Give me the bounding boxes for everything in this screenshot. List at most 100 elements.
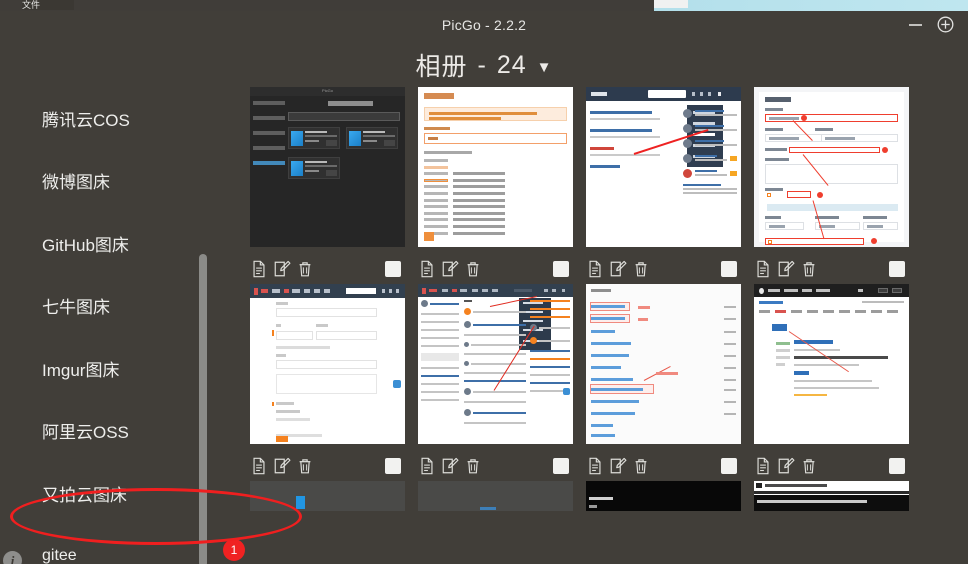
uploader-sidebar: 腾讯云COS 微博图床 GitHub图床七牛图床 Imgur图床 阿里云OSS 又拍云图床… — [0, 87, 205, 564]
gallery-row: PicGo — [250, 87, 968, 284]
image-gallery: PicGo — [250, 87, 968, 564]
chevron-down-icon[interactable]: ▼ — [537, 59, 553, 76]
edit-icon[interactable] — [273, 260, 291, 278]
delete-icon[interactable] — [800, 260, 818, 278]
image-thumbnail[interactable] — [754, 481, 909, 511]
sidebar-item-1[interactable]: 腾讯云COS — [0, 87, 205, 150]
copy-link-icon[interactable] — [754, 260, 772, 278]
edit-icon[interactable] — [441, 260, 459, 278]
image-thumbnail[interactable] — [586, 87, 741, 247]
gallery-cell — [754, 481, 922, 511]
sidebar-item-label: Imgur图床 — [42, 360, 120, 380]
gallery-header: 相册 - 24 ▼ — [0, 43, 968, 87]
gallery-cell — [586, 284, 754, 481]
delete-icon[interactable] — [464, 260, 482, 278]
album-title-group[interactable]: 相册 - 24 ▼ — [0, 47, 968, 83]
thumbnail-actions — [250, 247, 405, 284]
image-thumbnail[interactable] — [754, 284, 909, 444]
image-thumbnail[interactable] — [418, 87, 573, 247]
image-thumbnail[interactable]: PicGo — [250, 87, 405, 247]
album-count: 24 — [496, 50, 527, 79]
sidebar-item-label: gitee — [42, 546, 77, 564]
delete-icon[interactable] — [464, 457, 482, 475]
copy-link-icon[interactable] — [754, 457, 772, 475]
edit-icon[interactable] — [777, 260, 795, 278]
delete-icon[interactable] — [632, 260, 650, 278]
copy-link-icon[interactable] — [250, 260, 268, 278]
gallery-cell — [754, 284, 922, 481]
thumbnail-actions — [586, 444, 741, 481]
gallery-cell — [586, 87, 754, 284]
thumbnail-action-icons — [250, 457, 314, 475]
thumbnail-action-icons — [586, 457, 650, 475]
thumbnail-action-icons — [418, 260, 482, 278]
select-checkbox[interactable] — [721, 457, 737, 474]
gallery-cell — [250, 481, 418, 511]
delete-icon[interactable] — [632, 457, 650, 475]
sidebar-item-label: 七牛图床 — [42, 298, 110, 318]
image-thumbnail[interactable] — [418, 284, 573, 444]
image-thumbnail[interactable] — [418, 481, 573, 511]
delete-icon[interactable] — [800, 457, 818, 475]
thumbnail-actions — [418, 444, 573, 481]
gallery-cell — [250, 284, 418, 481]
sidebar-scrollbar[interactable] — [199, 254, 207, 564]
gallery-cell — [586, 481, 754, 511]
edit-icon[interactable] — [777, 457, 795, 475]
minimize-icon[interactable] — [908, 18, 923, 32]
copy-link-icon[interactable] — [586, 260, 604, 278]
sidebar-item-2[interactable]: 微博图床 — [0, 150, 205, 213]
picgo-window: PicGo - 2.2.2 相册 - 24 ▼ 腾讯云COS 微博图床 GitH… — [0, 11, 968, 564]
edit-icon[interactable] — [273, 457, 291, 475]
sidebar-item-6[interactable]: 阿里云OSS — [0, 400, 205, 463]
edit-icon[interactable] — [609, 260, 627, 278]
background-window-tab: 文件 — [22, 0, 74, 10]
select-checkbox[interactable] — [553, 457, 569, 474]
select-checkbox[interactable] — [553, 260, 569, 277]
delete-icon[interactable] — [296, 457, 314, 475]
sidebar-item-label: 微博图床 — [42, 173, 110, 193]
gallery-row — [250, 284, 968, 481]
select-checkbox[interactable] — [889, 260, 905, 277]
image-thumbnail[interactable] — [586, 481, 741, 511]
copy-link-icon[interactable] — [418, 457, 436, 475]
thumbnail-action-icons — [754, 260, 818, 278]
sidebar-item-8[interactable]: gitee — [0, 525, 205, 564]
gallery-cell — [418, 284, 586, 481]
thumbnail-actions — [418, 247, 573, 284]
album-label: 相册 — [415, 53, 468, 81]
image-thumbnail[interactable] — [754, 87, 909, 247]
gallery-cell — [754, 87, 922, 284]
image-thumbnail[interactable] — [250, 284, 405, 444]
sidebar-item-4[interactable]: 七牛图床 — [0, 275, 205, 338]
image-thumbnail[interactable] — [250, 481, 405, 511]
copy-link-icon[interactable] — [418, 260, 436, 278]
copy-link-icon[interactable] — [586, 457, 604, 475]
sidebar-item-5[interactable]: Imgur图床 — [0, 337, 205, 400]
copy-link-icon[interactable] — [250, 457, 268, 475]
select-checkbox[interactable] — [385, 457, 401, 474]
info-icon[interactable]: i — [3, 551, 22, 564]
thumbnail-action-icons — [250, 260, 314, 278]
background-window-chrome — [0, 0, 654, 11]
thumbnail-actions — [754, 444, 909, 481]
gallery-cell — [418, 87, 586, 284]
gallery-row — [250, 481, 968, 511]
background-window-nub — [654, 0, 688, 8]
select-checkbox[interactable] — [721, 260, 737, 277]
image-thumbnail[interactable] — [586, 284, 741, 444]
gallery-cell: PicGo — [250, 87, 418, 284]
thumbnail-actions — [754, 247, 909, 284]
select-checkbox[interactable] — [889, 457, 905, 474]
titlebar: PicGo - 2.2.2 — [0, 11, 968, 43]
sidebar-item-label: 阿里云OSS — [42, 423, 129, 443]
sidebar-item-3[interactable]: GitHub图床 — [0, 212, 205, 275]
edit-icon[interactable] — [609, 457, 627, 475]
select-checkbox[interactable] — [385, 260, 401, 277]
add-image-icon[interactable] — [937, 16, 954, 33]
delete-icon[interactable] — [296, 260, 314, 278]
edit-icon[interactable] — [441, 457, 459, 475]
thumbnail-action-icons — [418, 457, 482, 475]
thumbnail-action-icons — [754, 457, 818, 475]
sidebar-item-7[interactable]: 又拍云图床 — [0, 462, 205, 525]
